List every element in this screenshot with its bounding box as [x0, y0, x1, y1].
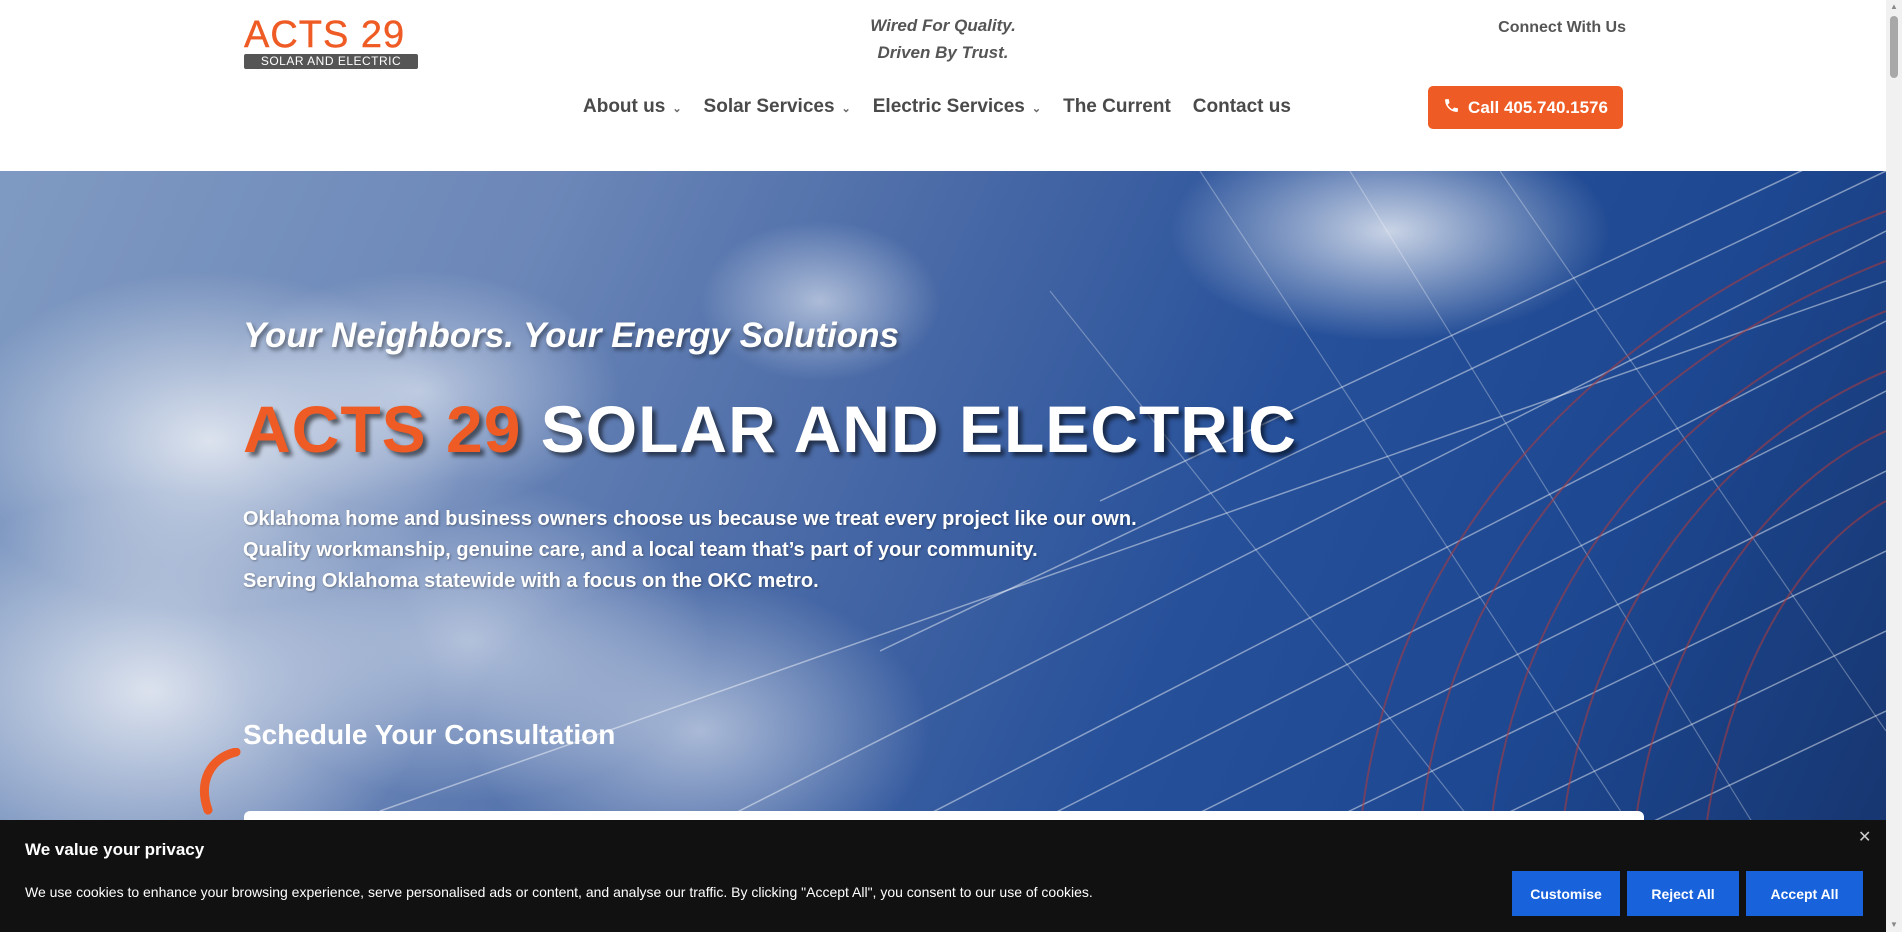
main-nav: About us ⌄ Solar Services ⌄ Electric Ser…: [583, 96, 1313, 118]
curved-arrow-icon: [200, 748, 241, 815]
hero-title: ACTS 29 SOLAR AND ELECTRIC: [243, 391, 1297, 467]
header-tagline: Wired For Quality. Driven By Trust.: [843, 12, 1043, 66]
reject-all-button[interactable]: Reject All: [1627, 871, 1739, 916]
site-header: ACTS 29 SOLAR AND ELECTRIC Wired For Qua…: [0, 0, 1886, 171]
close-icon[interactable]: ✕: [1858, 827, 1871, 847]
hero-title-accent: ACTS 29: [243, 392, 522, 466]
hero-description-line: Serving Oklahoma statewide with a focus …: [243, 570, 819, 592]
nav-item-contact-us[interactable]: Contact us: [1193, 96, 1291, 118]
customise-button[interactable]: Customise: [1512, 871, 1620, 916]
scrollbar-thumb[interactable]: [1890, 16, 1898, 78]
schedule-heading: Schedule Your Consultation: [243, 719, 616, 750]
cookie-title: We value your privacy: [25, 840, 205, 859]
tagline-line1: Wired For Quality.: [870, 16, 1016, 35]
nav-item-label: Contact us: [1192, 96, 1291, 117]
hero-title-rest: SOLAR AND ELECTRIC: [521, 392, 1297, 466]
scroll-up-arrow-icon[interactable]: ▲: [1886, 0, 1902, 14]
nav-item-label: Solar Services: [703, 96, 835, 117]
hero-description-line: Oklahoma home and business owners choose…: [243, 508, 1137, 530]
nav-item-label: About us: [583, 96, 666, 117]
phone-icon: [1443, 97, 1460, 119]
call-button[interactable]: Call 405.740.1576: [1428, 86, 1623, 129]
nav-item-label: The Current: [1063, 96, 1171, 117]
logo-subtitle: SOLAR AND ELECTRIC: [244, 54, 418, 69]
cookie-consent-banner: We value your privacy We use cookies to …: [0, 820, 1886, 932]
nav-item-label: Electric Services: [872, 96, 1025, 117]
tagline-line2: Driven By Trust.: [877, 43, 1009, 62]
cookie-description: We use cookies to enhance your browsing …: [25, 884, 1093, 900]
nav-item-solar-services[interactable]: Solar Services ⌄: [704, 96, 851, 118]
page-scrollbar[interactable]: ▲ ▼: [1886, 0, 1902, 932]
chevron-down-icon: ⌄: [672, 102, 682, 115]
connect-with-us-link[interactable]: Connect With Us: [1498, 19, 1626, 37]
accept-all-button[interactable]: Accept All: [1746, 871, 1863, 916]
nav-item-electric-services[interactable]: Electric Services ⌄: [873, 96, 1041, 118]
hero-description: Oklahoma home and business owners choose…: [243, 504, 1137, 597]
chevron-down-icon: ⌄: [1031, 102, 1042, 115]
nav-item-about-us[interactable]: About us ⌄: [583, 96, 682, 118]
chevron-down-icon: ⌄: [841, 102, 851, 115]
logo-wordmark: ACTS 29: [244, 14, 406, 56]
call-button-label: Call 405.740.1576: [1468, 97, 1608, 117]
nav-item-the-current[interactable]: The Current: [1063, 96, 1171, 118]
hero-section: Your Neighbors. Your Energy Solutions AC…: [0, 171, 1886, 932]
site-logo[interactable]: ACTS 29 SOLAR AND ELECTRIC: [244, 14, 420, 69]
hero-subtitle: Your Neighbors. Your Energy Solutions: [243, 316, 899, 355]
scroll-down-arrow-icon[interactable]: ▼: [1886, 918, 1902, 932]
hero-description-line: Quality workmanship, genuine care, and a…: [243, 539, 1038, 561]
